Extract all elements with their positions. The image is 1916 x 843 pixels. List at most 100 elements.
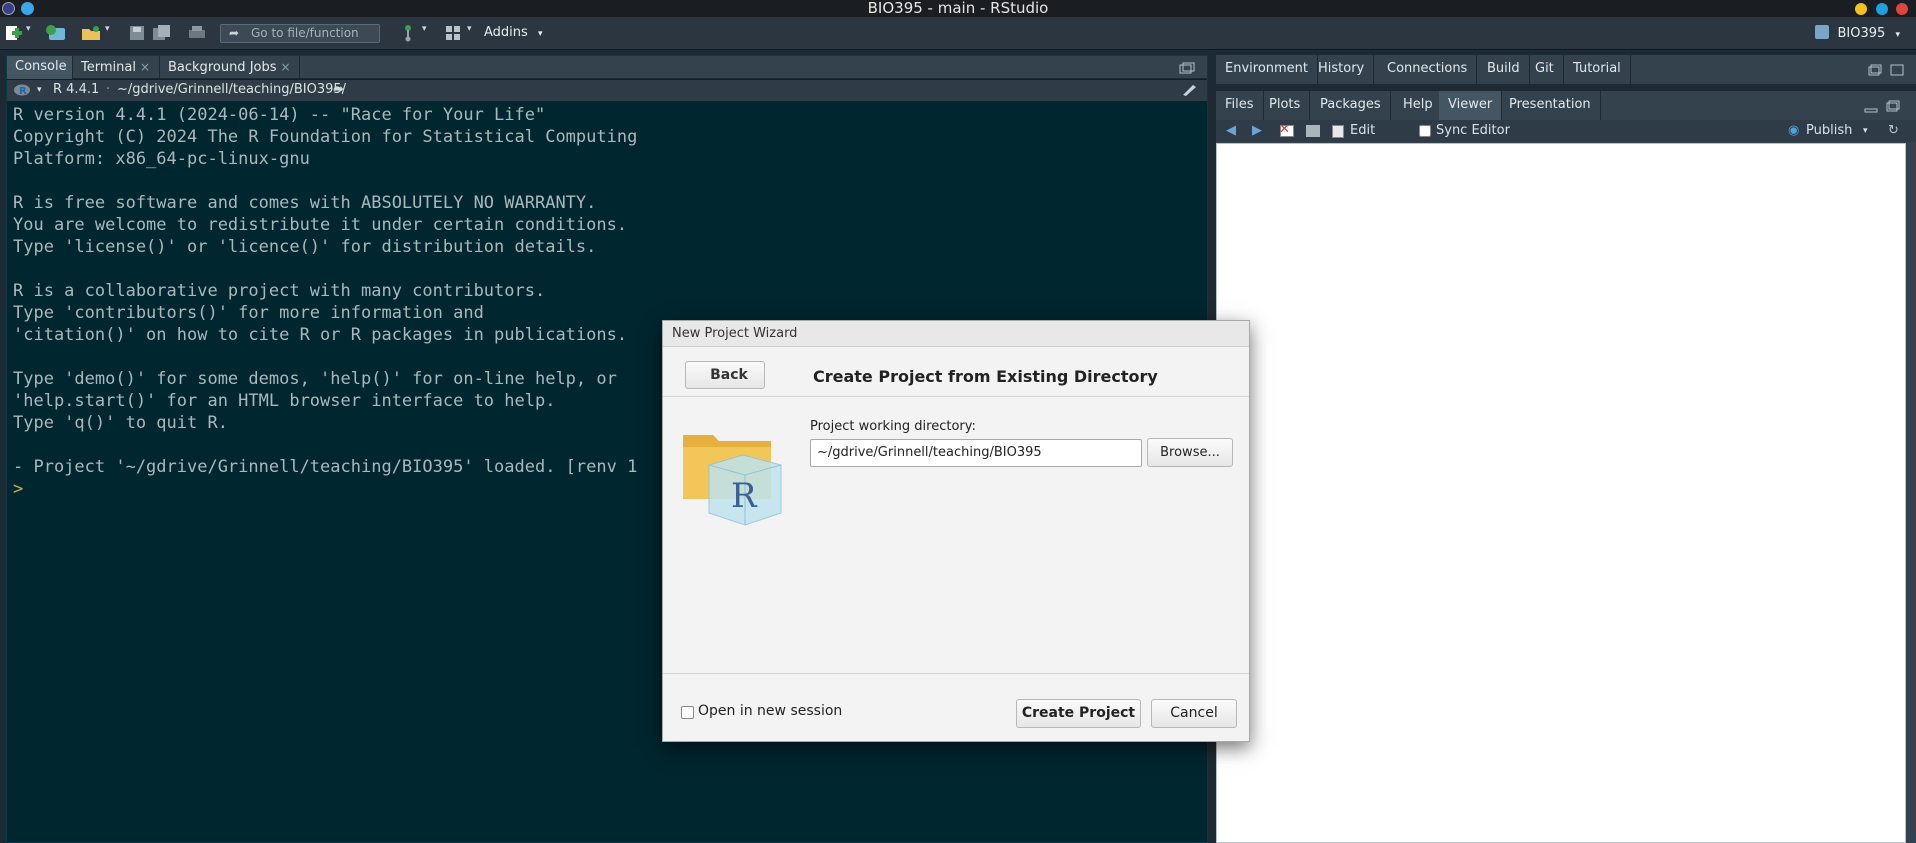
svg-text:R: R	[19, 86, 27, 97]
tab-background-jobs[interactable]: Background Jobs ×	[160, 56, 300, 79]
open-in-new-session-checkbox[interactable]	[681, 706, 694, 719]
restore-pane-icon[interactable]	[1886, 100, 1900, 112]
addins-label: Addins	[484, 25, 528, 40]
clear-viewer-icon[interactable]: ✕	[1279, 122, 1294, 137]
sync-editor-checkbox[interactable]	[1419, 125, 1431, 137]
dialog-header: Back Create Project from Existing Direct…	[663, 347, 1249, 397]
minimize-icon[interactable]	[1855, 3, 1867, 15]
tab-plots[interactable]: Plots	[1260, 91, 1311, 120]
save-icon[interactable]	[128, 24, 146, 42]
tab-presentation-label: Presentation	[1509, 97, 1591, 112]
browse-button[interactable]: Browse...	[1147, 438, 1233, 467]
open-file-icon[interactable]	[80, 24, 102, 42]
tab-presentation[interactable]: Presentation	[1500, 91, 1601, 120]
tab-tutorial[interactable]: Tutorial	[1564, 55, 1631, 84]
tab-environment[interactable]: Environment	[1216, 55, 1319, 84]
tab-build[interactable]: Build	[1478, 55, 1530, 84]
chevron-down-icon: ▾	[1895, 30, 1900, 40]
cancel-button[interactable]: Cancel	[1151, 699, 1237, 728]
clear-console-icon[interactable]	[1181, 83, 1199, 97]
tab-files[interactable]: Files	[1216, 91, 1264, 120]
project-label: BIO395	[1837, 26, 1886, 41]
tab-git-label: Git	[1535, 61, 1554, 76]
export-icon[interactable]	[1306, 125, 1320, 137]
go-to-directory-icon[interactable]: ➦	[333, 80, 344, 100]
tab-build-label: Build	[1487, 61, 1520, 76]
go-to-file-function-placeholder: Go to file/function	[251, 26, 359, 40]
tab-help-label: Help	[1403, 97, 1433, 112]
new-project-wizard-dialog: New Project Wizard Back Create Project f…	[662, 320, 1250, 742]
workspace-panes-icon[interactable]	[444, 24, 462, 42]
maximize-pane-icon[interactable]	[1890, 64, 1904, 76]
close-icon[interactable]: ×	[140, 60, 150, 74]
project-menu[interactable]: BIO395 ▾	[1815, 25, 1900, 41]
chevron-down-icon: ▾	[537, 29, 543, 39]
restore-pane-icon[interactable]	[1868, 64, 1882, 76]
arrow-right-icon: ➦	[229, 26, 240, 40]
arrow-left-icon[interactable]: ◀	[1226, 120, 1236, 142]
tab-viewer[interactable]: Viewer	[1439, 91, 1503, 120]
window-titlebar: BIO395 - main - RStudio	[0, 0, 1916, 17]
refresh-icon[interactable]: ↻	[1888, 120, 1899, 142]
folder-r-icon: R	[683, 435, 782, 526]
tab-help[interactable]: Help	[1394, 91, 1443, 120]
publish-icon: ◉	[1788, 123, 1800, 138]
tab-console[interactable]: Console	[7, 56, 73, 79]
viewer-content[interactable]	[1216, 143, 1906, 843]
edit-button[interactable]: Edit	[1350, 120, 1375, 142]
separator: ·	[106, 82, 111, 97]
version-control-dropdown-icon[interactable]: ▾	[422, 24, 427, 34]
dialog-footer: Open in new session Create Project Cance…	[663, 673, 1249, 741]
close-icon[interactable]: ×	[281, 60, 291, 74]
dialog-heading: Create Project from Existing Directory	[813, 367, 1158, 386]
save-all-icon[interactable]	[152, 24, 172, 42]
working-directory-input[interactable]: ~/gdrive/Grinnell/teaching/BIO395	[810, 439, 1142, 467]
close-icon[interactable]	[1896, 3, 1908, 15]
tab-history[interactable]: History	[1309, 55, 1375, 84]
print-icon[interactable]	[187, 24, 207, 42]
viewer-toolbar: ◀ ▶ ✕ Edit Sync Editor ◉ Publish ▾ ↻	[1216, 120, 1916, 142]
working-directory-label: Project working directory:	[810, 419, 976, 434]
minimize-pane-icon[interactable]	[1864, 103, 1878, 113]
new-file-icon[interactable]	[4, 24, 24, 42]
tab-console-label: Console	[15, 59, 67, 74]
tab-packages[interactable]: Packages	[1311, 91, 1391, 120]
publish-dropdown-icon[interactable]: ▾	[1863, 120, 1868, 142]
viewer-pane: Files Plots Packages Help Viewer Present…	[1216, 91, 1916, 843]
tab-terminal[interactable]: Terminal ×	[73, 56, 160, 79]
new-file-dropdown-icon[interactable]: ▾	[26, 24, 31, 34]
tab-connections-label: Connections	[1387, 61, 1468, 76]
go-to-file-function-input[interactable]: ➦ Go to file/function	[220, 24, 380, 43]
window-title: BIO395 - main - RStudio	[867, 0, 1049, 17]
console-line: R is free software and comes with ABSOLU…	[13, 193, 597, 213]
console-pathbar: R ▾ R 4.4.1 · ~/gdrive/Grinnell/teaching…	[7, 80, 1207, 101]
tab-git[interactable]: Git	[1526, 55, 1564, 84]
environment-pane: Environment History Connections Build Gi…	[1216, 55, 1916, 85]
console-line: R version 4.4.1 (2024-06-14) -- "Race fo…	[13, 105, 546, 125]
r-version-label: R 4.4.1	[53, 82, 100, 97]
open-file-dropdown-icon[interactable]: ▾	[105, 24, 110, 34]
tab-plots-label: Plots	[1269, 97, 1301, 112]
r-version-dropdown-icon[interactable]: ▾	[37, 80, 42, 100]
tab-history-label: History	[1318, 61, 1365, 76]
folder-r-letter: R	[731, 476, 758, 516]
console-tabbar: Console Terminal × Background Jobs ×	[7, 56, 1207, 79]
version-control-icon[interactable]	[400, 24, 416, 42]
tab-viewer-label: Viewer	[1448, 97, 1493, 112]
tab-background-jobs-label: Background Jobs	[168, 60, 277, 75]
tab-terminal-label: Terminal	[81, 60, 136, 75]
new-project-icon[interactable]	[45, 24, 67, 42]
tab-connections[interactable]: Connections	[1378, 55, 1478, 84]
maximize-icon[interactable]	[1876, 3, 1888, 15]
workspace-panes-dropdown-icon[interactable]: ▾	[467, 24, 472, 34]
console-line: Copyright (C) 2024 The R Foundation for …	[13, 127, 638, 147]
open-in-new-session-label: Open in new session	[698, 703, 843, 719]
back-button[interactable]: Back	[685, 361, 765, 389]
create-project-button[interactable]: Create Project	[1016, 699, 1141, 728]
addins-menu[interactable]: Addins ▾	[484, 25, 542, 40]
maximize-pane-icon[interactable]	[1179, 62, 1195, 74]
tab-environment-label: Environment	[1225, 61, 1309, 76]
publish-button[interactable]: Publish	[1806, 120, 1852, 142]
arrow-right-icon[interactable]: ▶	[1252, 120, 1262, 142]
